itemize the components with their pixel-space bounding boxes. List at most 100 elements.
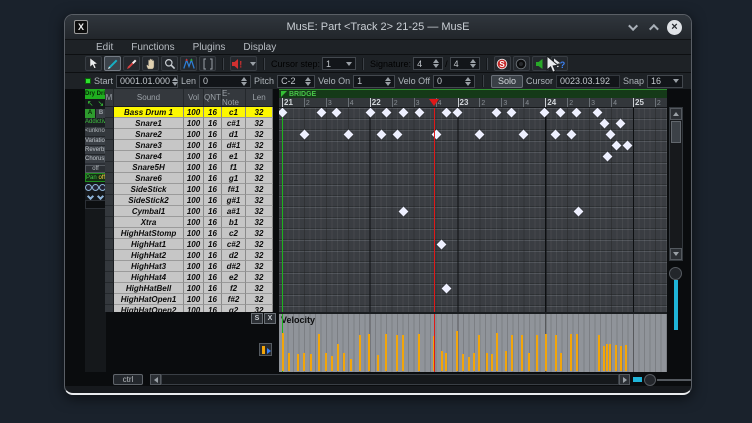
horizontal-zoom-knob[interactable] xyxy=(644,374,656,386)
velocity-bar[interactable] xyxy=(615,345,617,371)
drum-note[interactable] xyxy=(555,108,565,117)
velocity-bar[interactable] xyxy=(491,354,493,371)
velocity-bar[interactable] xyxy=(528,353,530,371)
velocity-bar[interactable] xyxy=(368,334,370,371)
len-spinbox[interactable]: 0 xyxy=(199,75,251,88)
velocity-bar[interactable] xyxy=(377,355,379,371)
solo-button[interactable]: Solo xyxy=(491,75,523,88)
drum-note[interactable] xyxy=(381,108,391,117)
snap-combo[interactable]: 16 xyxy=(647,75,683,88)
velocity-bar[interactable] xyxy=(468,357,470,371)
start-spinbox[interactable]: 0001.01.000 xyxy=(116,75,178,88)
cursor-step-combo[interactable]: 1 xyxy=(322,57,356,70)
pencil-tool-button[interactable] xyxy=(104,56,121,71)
horizontal-scrollbar[interactable] xyxy=(161,374,619,385)
menu-plugins[interactable]: Plugins xyxy=(184,42,235,53)
mute-cell[interactable] xyxy=(105,151,114,162)
signature-denominator-spinbox[interactable]: 4 xyxy=(450,57,480,70)
col-header-qnt[interactable]: QNT xyxy=(204,89,222,106)
route-out-icon[interactable]: ↘ xyxy=(97,99,104,109)
col-header-e-note[interactable]: E-Note xyxy=(222,89,246,106)
drum-note[interactable] xyxy=(573,207,583,217)
mute-cell[interactable] xyxy=(105,217,114,228)
velocity-bar[interactable] xyxy=(486,353,488,371)
velocity-bar[interactable] xyxy=(609,344,611,371)
velocity-bar[interactable] xyxy=(385,334,387,371)
note-grid[interactable] xyxy=(279,108,667,312)
velocity-bar[interactable] xyxy=(337,344,339,371)
drum-note[interactable] xyxy=(365,108,375,117)
velocity-bar[interactable] xyxy=(478,335,480,371)
drum-note[interactable] xyxy=(414,108,424,117)
drum-row-snare1[interactable]: Snare110016c#132 xyxy=(105,118,273,129)
drum-note[interactable] xyxy=(441,284,451,294)
velocity-bar[interactable] xyxy=(456,331,458,371)
pan-tool-button[interactable] xyxy=(142,56,159,71)
mute-cell[interactable] xyxy=(105,228,114,239)
mute-cell[interactable] xyxy=(105,129,114,140)
pitch-spinbox[interactable]: C-2 xyxy=(277,75,315,88)
velocity-bar[interactable] xyxy=(598,335,600,371)
signature-numerator-spinbox[interactable]: 4 xyxy=(413,57,443,70)
velocity-bar[interactable] xyxy=(536,335,538,371)
velocity-bar[interactable] xyxy=(402,335,404,371)
drum-row-highhat1[interactable]: HighHat110016c#232 xyxy=(105,239,273,250)
route-in-icon[interactable]: ↖ xyxy=(87,99,94,109)
velocity-panel[interactable]: Velocity xyxy=(279,312,667,372)
drum-note[interactable] xyxy=(491,108,501,117)
eraser-tool-button[interactable] xyxy=(123,56,140,71)
drum-note[interactable] xyxy=(398,108,408,117)
drum-note[interactable] xyxy=(550,130,560,140)
drum-note[interactable] xyxy=(299,130,309,140)
drum-row-highhatopen1[interactable]: HighHatOpen110016f#232 xyxy=(105,294,273,305)
velocity-bar[interactable] xyxy=(303,353,305,371)
col-header-sound[interactable]: Sound xyxy=(114,89,184,106)
drum-note[interactable] xyxy=(539,108,549,117)
titlebar[interactable]: X MusE: Part <Track 2> 21-25 — MusE × xyxy=(65,15,691,39)
menu-edit[interactable]: Edit xyxy=(87,42,122,53)
velocity-bar[interactable] xyxy=(555,335,557,371)
velocity-bar[interactable] xyxy=(505,351,507,371)
velocity-bar[interactable] xyxy=(496,333,498,371)
marker-bar[interactable]: BRIDGE xyxy=(279,89,667,98)
velocity-bar[interactable] xyxy=(462,354,464,371)
drum-row-highhat4[interactable]: HighHat410016e232 xyxy=(105,272,273,283)
mute-cell[interactable] xyxy=(105,250,114,261)
velocity-bar[interactable] xyxy=(359,335,361,371)
drum-note[interactable] xyxy=(605,130,615,140)
pan-control[interactable]: Pan off xyxy=(85,173,106,182)
drum-row-cymbal1[interactable]: Cymbal110016a#132 xyxy=(105,206,273,217)
panic-button[interactable]: ! xyxy=(230,56,257,71)
range-tool-button[interactable] xyxy=(199,56,216,71)
drum-row-bass-drum-1[interactable]: Bass Drum 110016c132 xyxy=(105,107,273,118)
mute-cell[interactable] xyxy=(105,305,114,312)
drum-row-snare4[interactable]: Snare410016e132 xyxy=(105,151,273,162)
draw-line-tool-button[interactable] xyxy=(180,56,197,71)
velocity-bar[interactable] xyxy=(282,333,284,371)
maximize-icon[interactable] xyxy=(649,23,659,33)
mute-cell[interactable] xyxy=(105,140,114,151)
vertical-scrollbar-thumb[interactable] xyxy=(671,121,681,143)
drum-note[interactable] xyxy=(474,130,484,140)
drum-row-snare3[interactable]: Snare310016d#132 xyxy=(105,140,273,151)
mute-cell[interactable] xyxy=(105,107,114,118)
drum-row-sidestick[interactable]: SideStick10016f#132 xyxy=(105,184,273,195)
velocity-bar[interactable] xyxy=(331,356,333,371)
drum-note[interactable] xyxy=(398,207,408,217)
col-header-m[interactable]: M xyxy=(105,89,114,106)
drum-row-highhatopen2[interactable]: HighHatOpen210016g232 xyxy=(105,305,273,312)
instrument-label[interactable]: Addictive D xyxy=(85,118,106,127)
velocity-bar[interactable] xyxy=(350,359,352,371)
drum-note[interactable] xyxy=(566,130,576,140)
mute-cell[interactable] xyxy=(105,162,114,173)
velo-off-spinbox[interactable]: 0 xyxy=(433,75,475,88)
volume-off-button[interactable]: off xyxy=(85,165,106,173)
drum-note[interactable] xyxy=(592,108,602,117)
velocity-solo-button[interactable]: S xyxy=(251,313,263,324)
pointer-tool-button[interactable] xyxy=(85,56,102,71)
mute-cell[interactable] xyxy=(105,173,114,184)
drum-note[interactable] xyxy=(599,119,609,129)
velocity-bar[interactable] xyxy=(445,353,447,371)
horizontal-zoom-track[interactable] xyxy=(657,379,691,381)
drum-note[interactable] xyxy=(615,119,625,129)
